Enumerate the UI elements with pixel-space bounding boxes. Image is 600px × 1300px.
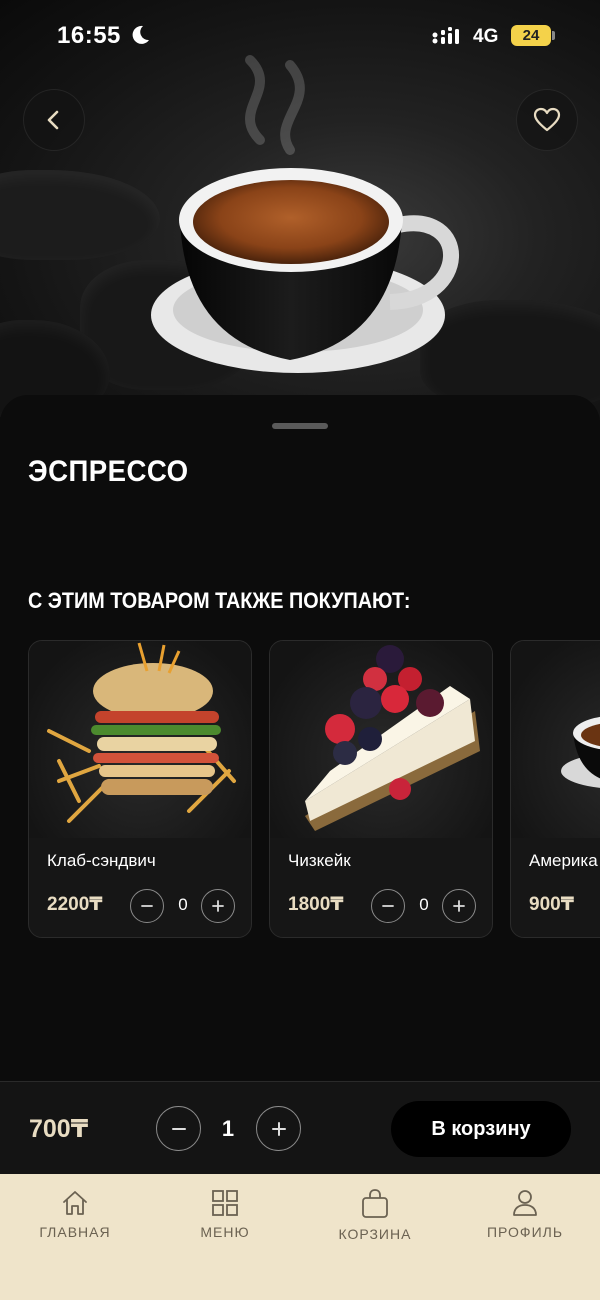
signal-icon xyxy=(432,27,459,44)
tab-menu[interactable]: МЕНЮ xyxy=(150,1188,300,1248)
decrease-quantity-button[interactable] xyxy=(156,1106,201,1151)
product-name: Америка xyxy=(529,851,598,870)
tab-profile[interactable]: ПРОФИЛЬ xyxy=(450,1188,600,1248)
decrease-button[interactable] xyxy=(130,889,164,923)
chevron-left-icon xyxy=(47,110,59,130)
quantity-value: 0 xyxy=(178,895,188,914)
tab-label: ГЛАВНАЯ xyxy=(39,1224,111,1240)
minus-icon xyxy=(141,905,153,907)
minus-icon xyxy=(382,905,394,907)
bag-icon xyxy=(362,1189,388,1218)
increase-button[interactable] xyxy=(442,889,476,923)
favorite-button[interactable] xyxy=(516,89,578,151)
product-title: ЭСПРЕССО xyxy=(28,455,189,488)
home-icon xyxy=(63,1191,87,1215)
user-icon xyxy=(513,1190,537,1216)
quantity-value: 0 xyxy=(419,895,429,914)
battery-indicator: 24 xyxy=(511,25,551,46)
total-price: 700₸ xyxy=(29,1115,89,1143)
status-time: 16:55 xyxy=(57,22,121,49)
back-button[interactable] xyxy=(23,89,85,151)
product-sheet: ЭСПРЕССО С ЭТИМ ТОВАРОМ ТАКЖЕ ПОКУПАЮТ: xyxy=(0,395,600,1085)
plus-icon xyxy=(271,1121,286,1136)
tab-home[interactable]: ГЛАВНАЯ xyxy=(0,1188,150,1248)
product-price: 2200₸ xyxy=(47,894,103,915)
tab-label: ПРОФИЛЬ xyxy=(486,1224,564,1240)
battery-tip xyxy=(552,31,555,40)
increase-quantity-button[interactable] xyxy=(256,1106,301,1151)
drag-handle[interactable] xyxy=(272,423,328,429)
tab-label: КОРЗИНА xyxy=(338,1226,412,1242)
product-price: 900₸ xyxy=(529,894,574,915)
plus-icon xyxy=(453,900,465,912)
americano-image xyxy=(511,641,600,838)
bottom-tab-bar: ГЛАВНАЯ МЕНЮ КОРЗИНА ПРОФИЛЬ xyxy=(0,1174,600,1300)
tab-label: МЕНЮ xyxy=(200,1224,250,1240)
add-to-cart-button[interactable]: В корзину xyxy=(391,1101,571,1157)
moon-icon xyxy=(132,25,149,44)
product-price: 1800₸ xyxy=(288,894,344,915)
minus-icon xyxy=(171,1127,186,1130)
increase-button[interactable] xyxy=(201,889,235,923)
network-type: 4G xyxy=(473,26,499,47)
grid-icon xyxy=(212,1190,238,1216)
sandwich-image xyxy=(29,641,251,838)
decrease-button[interactable] xyxy=(371,889,405,923)
order-bar: 700₸ 1 В корзину xyxy=(0,1081,600,1174)
status-bar: 16:55 4G 24 xyxy=(0,0,600,72)
product-card[interactable]: Клаб-сэндвич 2200₸ 0 xyxy=(28,640,252,938)
product-name: Клаб-сэндвич xyxy=(47,851,156,870)
heart-icon xyxy=(533,107,561,132)
product-card[interactable]: Америка 900₸ xyxy=(510,640,600,938)
related-section-title: С ЭТИМ ТОВАРОМ ТАКЖЕ ПОКУПАЮТ: xyxy=(28,588,411,613)
plus-icon xyxy=(212,900,224,912)
cheesecake-image xyxy=(270,641,492,838)
product-card[interactable]: Чизкейк 1800₸ 0 xyxy=(269,640,493,938)
coffee-cup-image xyxy=(151,55,459,373)
product-hero-image: 16:55 4G 24 xyxy=(0,0,600,430)
product-name: Чизкейк xyxy=(288,851,351,870)
tab-cart[interactable]: КОРЗИНА xyxy=(300,1188,450,1248)
quantity-value: 1 xyxy=(221,1116,235,1141)
related-products-carousel[interactable]: Клаб-сэндвич 2200₸ 0 Чизкейк 1800₸ 0 Аме… xyxy=(28,640,600,940)
